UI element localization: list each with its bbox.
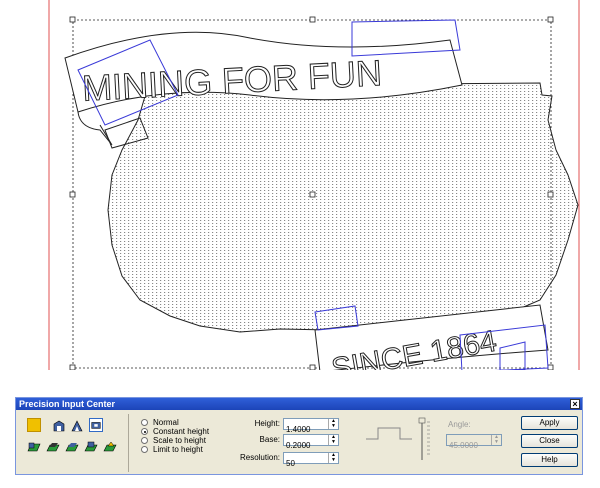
round-profile-icon[interactable] bbox=[71, 420, 83, 432]
height-spinner[interactable]: ▲ ▼ bbox=[328, 419, 338, 429]
resolution-spinner[interactable]: ▲ ▼ bbox=[328, 453, 338, 463]
layer-tool-2-icon[interactable] bbox=[46, 441, 60, 453]
precision-input-dialog: Precision Input Center × Normal Constant… bbox=[15, 397, 583, 475]
radio-scale-to-height-button[interactable] bbox=[141, 437, 148, 444]
angle-spinner: ▲ ▼ bbox=[491, 435, 501, 445]
radio-constant-height-button[interactable] bbox=[141, 428, 148, 435]
dialog-title: Precision Input Center bbox=[19, 399, 116, 409]
angle-slider[interactable] bbox=[418, 416, 432, 462]
resolution-label: Resolution: bbox=[239, 453, 280, 462]
close-button[interactable]: Close bbox=[521, 434, 578, 448]
dialog-close-icon[interactable]: × bbox=[570, 399, 580, 409]
base-field[interactable]: ▲▼ bbox=[283, 434, 339, 451]
radio-normal-button[interactable] bbox=[141, 419, 148, 426]
resolution-field[interactable]: ▲▼ bbox=[283, 452, 339, 469]
base-label: Base: bbox=[259, 435, 280, 444]
radio-constant-height-label: Constant height bbox=[153, 427, 210, 436]
height-input[interactable] bbox=[284, 424, 326, 435]
height-label: Height: bbox=[254, 419, 280, 428]
dialog-titlebar[interactable]: Precision Input Center × bbox=[16, 398, 582, 410]
radio-normal-label: Normal bbox=[153, 418, 179, 427]
angle-field: ▲▼ bbox=[446, 434, 502, 451]
flat-profile-icon[interactable] bbox=[53, 420, 65, 432]
bevel-profile-icon[interactable] bbox=[89, 418, 103, 432]
layer-tool-4-icon[interactable] bbox=[84, 441, 98, 453]
resolution-input[interactable] bbox=[284, 458, 326, 469]
apply-button[interactable]: Apply bbox=[521, 416, 578, 430]
base-input[interactable] bbox=[284, 440, 326, 451]
layer-tool-5-icon[interactable] bbox=[103, 441, 117, 453]
layer-tool-1-icon[interactable] bbox=[27, 441, 41, 453]
radio-scale-to-height-label: Scale to height bbox=[153, 436, 206, 445]
drawing-canvas[interactable]: MINING FOR FUN SINCE 1864 bbox=[0, 0, 600, 370]
angle-label: Angle: bbox=[448, 420, 471, 429]
height-field[interactable]: ▲▼ bbox=[283, 418, 339, 435]
angle-input bbox=[447, 440, 489, 451]
base-spinner[interactable]: ▲ ▼ bbox=[328, 435, 338, 445]
radio-limit-to-height-button[interactable] bbox=[141, 446, 148, 453]
separator bbox=[128, 414, 129, 472]
layer-tool-3-icon[interactable] bbox=[65, 441, 79, 453]
profile-preview-graphic bbox=[366, 427, 412, 440]
help-button[interactable]: Help bbox=[521, 453, 578, 467]
yellow-square-icon[interactable] bbox=[27, 418, 41, 432]
radio-limit-to-height-label: Limit to height bbox=[153, 445, 203, 454]
main-shape[interactable] bbox=[107, 82, 579, 333]
